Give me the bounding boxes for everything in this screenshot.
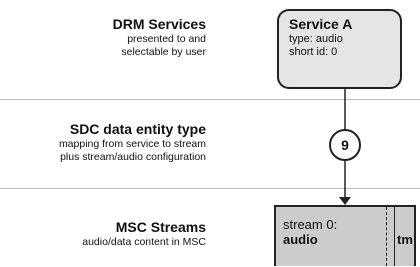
- service-name: Service A: [289, 16, 353, 32]
- stream-tm-label: tm: [397, 232, 413, 247]
- stream-box: stream 0: audio tm: [274, 205, 416, 266]
- service-box: Service A type: audio short id: 0: [277, 9, 402, 89]
- stream-label: stream 0:: [283, 217, 338, 232]
- stream-main-cell: stream 0: audio: [283, 217, 337, 247]
- entity-badge-label: 9: [341, 137, 349, 153]
- service-type: type: audio: [289, 33, 343, 45]
- stream-dashed-separator: [386, 207, 387, 266]
- stream-content-type: audio: [283, 232, 318, 247]
- connector-arrowhead: [339, 197, 351, 205]
- stream-solid-separator: [394, 207, 395, 266]
- service-short-id: short id: 0: [289, 46, 338, 58]
